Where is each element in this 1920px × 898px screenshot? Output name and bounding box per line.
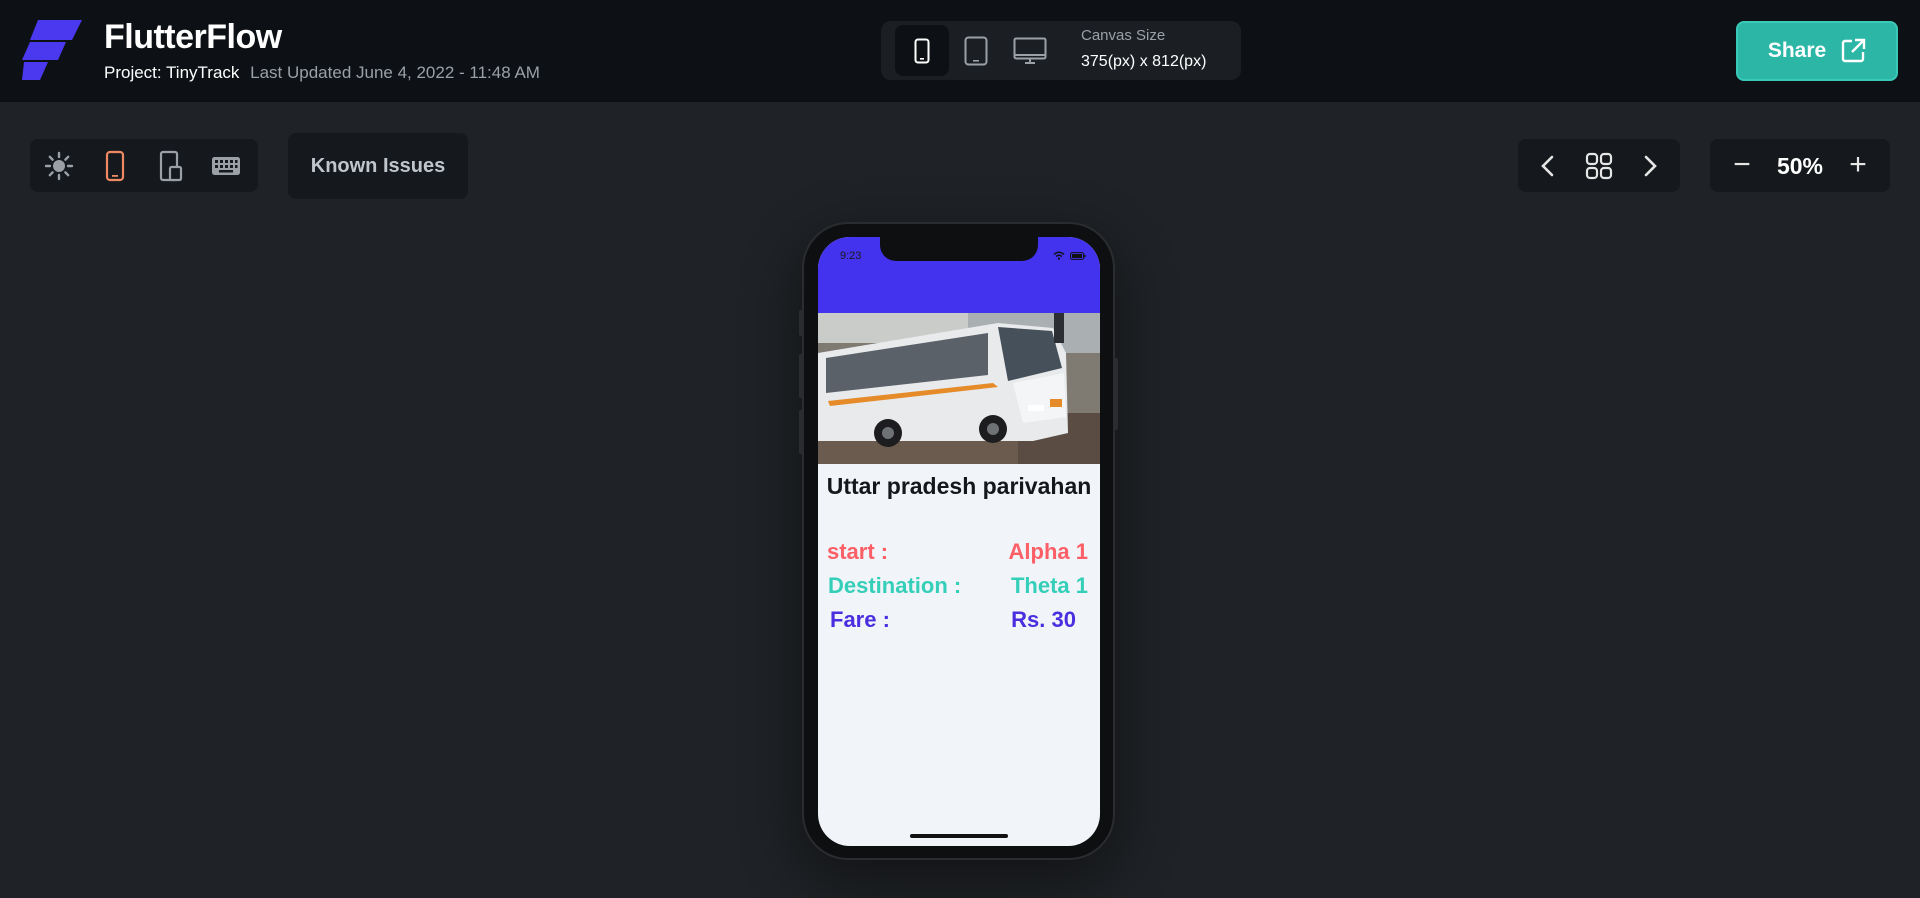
portrait-mode-button[interactable] bbox=[100, 150, 130, 182]
chevron-right-icon bbox=[1644, 155, 1657, 177]
project-name: Project: TinyTrack bbox=[104, 63, 240, 82]
zoom-out-button[interactable]: − bbox=[1724, 147, 1760, 183]
desktop-icon bbox=[1013, 37, 1047, 64]
bus-image bbox=[818, 313, 1100, 464]
fare-label: Fare : bbox=[830, 607, 890, 632]
preview-tools bbox=[30, 139, 258, 192]
next-page-button[interactable] bbox=[1634, 150, 1666, 182]
flutterflow-logo-icon bbox=[22, 20, 82, 80]
known-issues-button[interactable]: Known Issues bbox=[288, 133, 468, 199]
canvas-size-label: Canvas Size bbox=[1081, 27, 1166, 44]
tablet-device-button[interactable] bbox=[949, 25, 1003, 76]
responsive-icon bbox=[159, 150, 183, 182]
destination-value: Theta 1 bbox=[1010, 573, 1088, 598]
responsive-button[interactable] bbox=[156, 150, 186, 182]
sun-icon bbox=[44, 151, 74, 181]
share-label: Share bbox=[1767, 39, 1827, 62]
status-time: 9:23 bbox=[840, 250, 862, 262]
previous-page-button[interactable] bbox=[1532, 150, 1564, 182]
zoom-controls: − 50% + bbox=[1710, 139, 1890, 192]
mute-switch bbox=[799, 310, 803, 336]
power-button bbox=[1114, 358, 1118, 430]
destination-label: Destination : bbox=[828, 573, 962, 598]
phone-frame: 9:23 Uttar pradesh parivahan start : Alp… bbox=[799, 222, 1118, 860]
fare-value: Rs. 30 bbox=[1011, 607, 1076, 632]
volume-down-button bbox=[799, 410, 803, 454]
start-value: Alpha 1 bbox=[1008, 539, 1088, 564]
share-button[interactable]: Share bbox=[1736, 21, 1898, 81]
volume-up-button bbox=[799, 354, 803, 398]
page-navigation bbox=[1518, 139, 1680, 192]
phone-icon bbox=[914, 38, 930, 63]
zoom-level: 50% bbox=[1776, 153, 1824, 179]
phone-device-button[interactable] bbox=[895, 25, 949, 76]
phone-portrait-icon bbox=[105, 150, 125, 182]
wifi-icon bbox=[1053, 251, 1065, 260]
page-grid-button[interactable] bbox=[1583, 150, 1615, 182]
grid-icon bbox=[1585, 152, 1613, 180]
tablet-icon bbox=[964, 36, 988, 65]
device-switcher: Canvas Size 375(px) x 812(px) bbox=[881, 21, 1241, 80]
status-icons bbox=[1053, 251, 1086, 260]
home-indicator bbox=[910, 834, 1008, 838]
start-label: start : bbox=[827, 539, 889, 564]
phone-screen: 9:23 Uttar pradesh parivahan start : Alp… bbox=[818, 237, 1100, 846]
zoom-in-button[interactable]: + bbox=[1840, 147, 1876, 183]
phone-notch bbox=[880, 237, 1038, 261]
battery-icon bbox=[1070, 251, 1086, 260]
bus-title: Uttar pradesh parivahan bbox=[826, 473, 1092, 499]
keyboard-icon bbox=[212, 157, 240, 175]
canvas-size-value: 375(px) x 812(px) bbox=[1081, 53, 1207, 70]
chevron-left-icon bbox=[1541, 155, 1554, 177]
desktop-device-button[interactable] bbox=[1003, 25, 1057, 76]
external-link-icon bbox=[1841, 38, 1866, 63]
last-updated: Last Updated June 4, 2022 - 11:48 AM bbox=[250, 63, 540, 82]
keyboard-button[interactable] bbox=[211, 151, 241, 181]
project-info: Project: TinyTrack Last Updated June 4, … bbox=[104, 63, 540, 83]
theme-toggle-button[interactable] bbox=[44, 151, 74, 181]
top-header: FlutterFlow Project: TinyTrack Last Upda… bbox=[0, 0, 1920, 102]
brand-title: FlutterFlow bbox=[104, 18, 282, 56]
